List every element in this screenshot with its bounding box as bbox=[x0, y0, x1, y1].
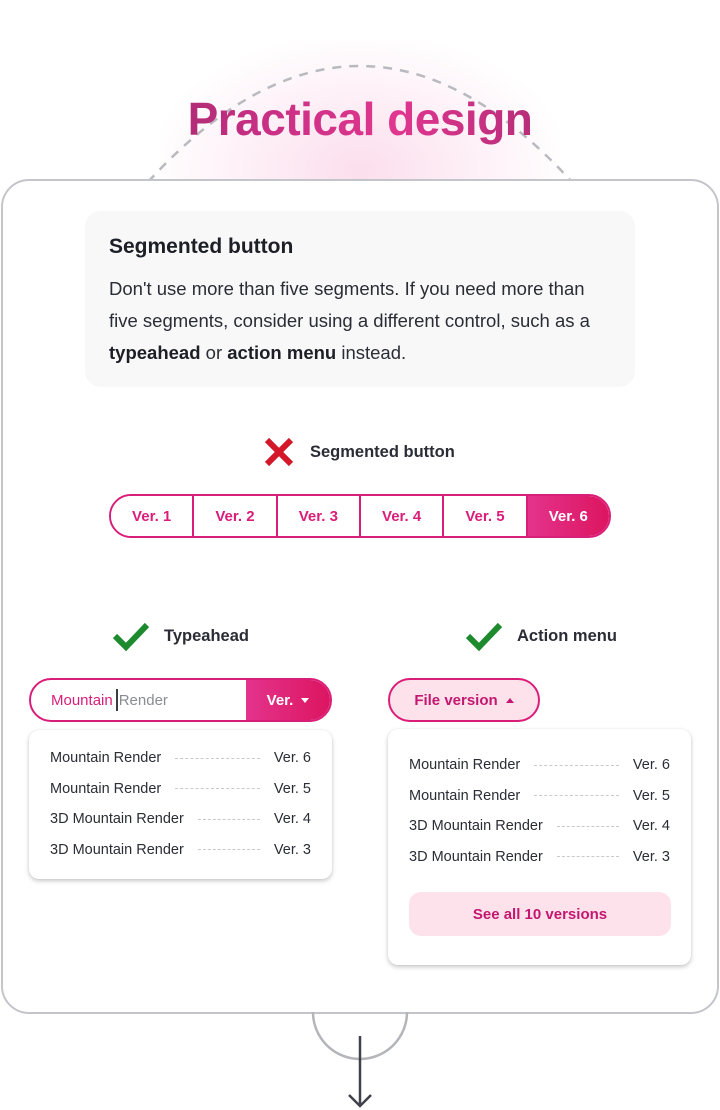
info-bold-typeahead: typeahead bbox=[109, 342, 201, 363]
dashed-leader bbox=[534, 764, 619, 766]
typeahead-typed-text: Mountain bbox=[51, 691, 113, 709]
dashed-leader bbox=[556, 856, 619, 858]
bad-example-label: Segmented button bbox=[262, 435, 455, 469]
dashed-leader bbox=[197, 849, 260, 851]
suggestion-name: Mountain Render bbox=[50, 750, 162, 767]
dashed-leader bbox=[175, 788, 260, 790]
menu-item-name: 3D Mountain Render bbox=[409, 818, 543, 835]
menu-item[interactable]: 3D Mountain Render Ver. 4 bbox=[409, 811, 670, 842]
segment-ver-2[interactable]: Ver. 2 bbox=[194, 496, 278, 536]
typeahead-input[interactable]: Mountain Render bbox=[31, 680, 246, 720]
info-card: Segmented button Don't use more than fiv… bbox=[85, 211, 635, 387]
segment-ver-6[interactable]: Ver. 6 bbox=[527, 496, 609, 536]
info-text: Don't use more than five segments. If yo… bbox=[109, 278, 590, 331]
info-text: instead. bbox=[336, 342, 407, 363]
x-icon bbox=[264, 437, 294, 467]
check-icon bbox=[112, 622, 150, 652]
suggestion-name: 3D Mountain Render bbox=[50, 841, 184, 858]
caret-up-icon bbox=[505, 697, 514, 703]
check-icon bbox=[465, 622, 503, 652]
menu-item-version: Ver. 3 bbox=[632, 848, 670, 865]
action-menu: Mountain Render Ver. 6 Mountain Render V… bbox=[388, 729, 691, 965]
menu-item[interactable]: 3D Mountain Render Ver. 3 bbox=[409, 842, 670, 873]
segment-ver-3[interactable]: Ver. 3 bbox=[277, 496, 361, 536]
segment-ver-4[interactable]: Ver. 4 bbox=[360, 496, 445, 536]
see-all-versions-button[interactable]: See all 10 versions bbox=[409, 892, 671, 936]
caret-down-icon bbox=[301, 697, 310, 703]
dashed-leader bbox=[175, 757, 260, 759]
action-menu-example-title: Action menu bbox=[517, 626, 617, 645]
bad-example-title: Segmented button bbox=[310, 442, 455, 461]
menu-item-version: Ver. 6 bbox=[632, 757, 670, 774]
menu-item-name: Mountain Render bbox=[409, 787, 521, 804]
menu-item[interactable]: Mountain Render Ver. 5 bbox=[409, 781, 670, 812]
typeahead-control: Mountain Render Ver. bbox=[29, 678, 332, 722]
segmented-button: Ver. 1 Ver. 2 Ver. 3 Ver. 4 Ver. 5 Ver. … bbox=[109, 494, 611, 538]
suggestion-item[interactable]: Mountain Render Ver. 5 bbox=[50, 774, 311, 805]
segment-ver-1[interactable]: Ver. 1 bbox=[111, 496, 195, 536]
file-version-button[interactable]: File version bbox=[388, 678, 540, 722]
arrow-down-icon bbox=[311, 1012, 409, 1108]
suggestion-item[interactable]: 3D Mountain Render Ver. 4 bbox=[50, 804, 311, 835]
suggestion-name: Mountain Render bbox=[50, 780, 162, 797]
suggestion-version: Ver. 6 bbox=[273, 750, 311, 767]
menu-item-version: Ver. 4 bbox=[632, 818, 670, 835]
menu-item[interactable]: Mountain Render Ver. 6 bbox=[409, 750, 670, 781]
segment-ver-5[interactable]: Ver. 5 bbox=[444, 496, 528, 536]
menu-item-name: 3D Mountain Render bbox=[409, 848, 543, 865]
dashed-leader bbox=[556, 825, 619, 827]
typeahead-example-label: Typeahead bbox=[112, 619, 249, 653]
typeahead-suggestions: Mountain Render Ver. 6 Mountain Render V… bbox=[29, 730, 332, 879]
menu-item-version: Ver. 5 bbox=[632, 787, 670, 804]
file-version-label: File version bbox=[414, 691, 498, 709]
page-title: Practical design bbox=[0, 92, 720, 146]
version-dropdown-label: Ver. bbox=[266, 691, 294, 709]
info-text: or bbox=[200, 342, 228, 363]
action-menu-example-label: Action menu bbox=[465, 619, 617, 653]
suggestion-version: Ver. 5 bbox=[273, 780, 311, 797]
dashed-leader bbox=[197, 818, 260, 820]
menu-item-name: Mountain Render bbox=[409, 757, 521, 774]
suggestion-item[interactable]: 3D Mountain Render Ver. 3 bbox=[50, 835, 311, 866]
info-card-body: Don't use more than five segments. If yo… bbox=[109, 273, 611, 369]
typeahead-hint-text: Render bbox=[118, 691, 168, 709]
suggestion-item[interactable]: Mountain Render Ver. 6 bbox=[50, 743, 311, 774]
suggestion-version: Ver. 3 bbox=[273, 841, 311, 858]
info-bold-action-menu: action menu bbox=[227, 342, 337, 363]
suggestion-version: Ver. 4 bbox=[273, 811, 311, 828]
text-cursor bbox=[115, 689, 118, 711]
version-dropdown-button[interactable]: Ver. bbox=[246, 680, 330, 720]
info-card-title: Segmented button bbox=[109, 235, 294, 258]
suggestion-name: 3D Mountain Render bbox=[50, 811, 184, 828]
typeahead-example-title: Typeahead bbox=[164, 626, 249, 645]
dashed-leader bbox=[534, 795, 619, 797]
